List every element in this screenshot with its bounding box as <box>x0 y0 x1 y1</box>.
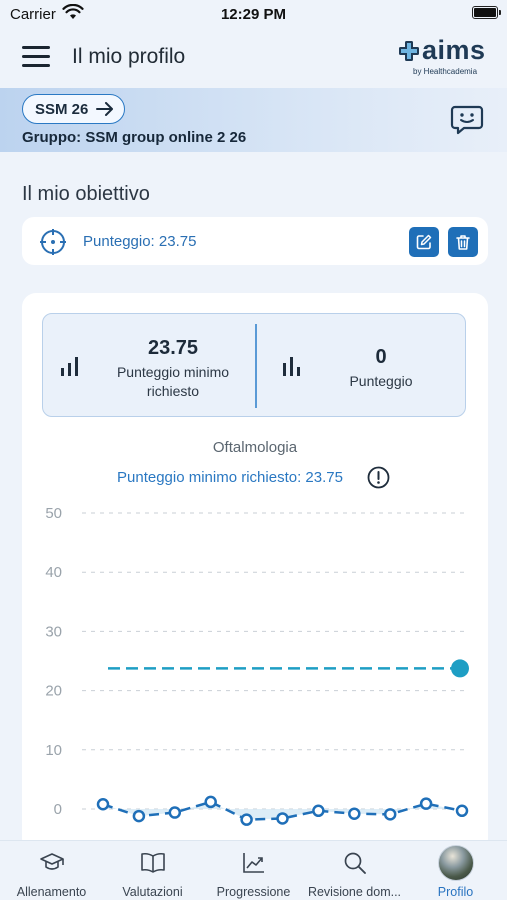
edit-goal-button[interactable] <box>409 227 439 257</box>
line-chart: 50 40 30 20 10 0 <box>45 505 469 826</box>
data-point <box>455 804 469 818</box>
y-tick-label: 0 <box>54 801 62 818</box>
logo-cross-icon <box>399 41 419 61</box>
data-point <box>348 807 361 820</box>
app-header: Il mio profilo aims by Healthcademia <box>0 30 507 88</box>
group-banner: SSM 26 Gruppo: SSM group online 2 26 <box>0 88 507 152</box>
goal-section-title: Il mio obiettivo <box>22 183 150 205</box>
chat-feedback-icon[interactable] <box>450 103 484 137</box>
book-icon <box>140 852 165 873</box>
threshold-marker <box>451 659 469 678</box>
ssm-chip-button[interactable]: SSM 26 <box>22 94 126 124</box>
y-tick-label: 10 <box>45 742 62 759</box>
score-value: 0 <box>375 346 387 368</box>
bottom-tab-bar: Allenamento Valutazioni Progressione Rev… <box>0 840 507 900</box>
data-point <box>168 806 182 819</box>
tab-allenamento[interactable]: Allenamento <box>1 841 102 900</box>
aims-logo: aims by Healthcademia <box>398 35 488 78</box>
score-label: Punteggio <box>349 373 413 389</box>
stats-summary: 23.75 Punteggio minimo richiesto 0 Punte… <box>42 313 466 417</box>
y-tick-label: 30 <box>45 623 62 640</box>
data-point <box>204 795 217 809</box>
delete-goal-button[interactable] <box>448 227 478 257</box>
score-chart-card: 23.75 Punteggio minimo richiesto 0 Punte… <box>22 293 488 853</box>
bar-chart-icon <box>61 357 78 376</box>
arrow-right-icon <box>96 102 114 116</box>
tab-label: Valutazioni <box>122 885 183 899</box>
min-required-label: Punteggio minimo richiesto <box>116 364 230 399</box>
goal-card: Punteggio: 23.75 <box>22 217 488 265</box>
data-point <box>419 797 433 810</box>
battery-icon <box>472 6 501 19</box>
goal-score-label: Punteggio: 23.75 <box>83 233 197 250</box>
y-tick-label: 20 <box>45 683 62 700</box>
tab-label: Progressione <box>216 885 291 899</box>
stats-divider <box>255 324 257 408</box>
tab-revisione-domande[interactable]: Revisione dom... <box>304 841 405 900</box>
group-name: Gruppo: SSM group online 2 26 <box>22 129 247 146</box>
bar-chart-alt-icon <box>283 357 300 376</box>
hamburger-menu-button[interactable] <box>22 46 50 70</box>
trash-icon <box>456 234 470 250</box>
tab-label: Allenamento <box>16 885 87 899</box>
y-tick-label: 40 <box>45 564 62 581</box>
data-point <box>132 809 146 823</box>
tab-label: Profilo <box>437 885 474 899</box>
logo-byline: by Healthcademia <box>413 67 478 76</box>
edit-icon <box>416 234 432 250</box>
trend-chart-icon <box>242 853 264 873</box>
data-point <box>312 804 325 818</box>
tab-profilo[interactable]: Profilo <box>405 841 506 900</box>
logo-wordmark: aims <box>422 35 486 65</box>
data-point <box>96 798 110 811</box>
search-icon <box>344 852 366 874</box>
info-icon[interactable] <box>367 466 390 489</box>
page-title: Il mio profilo <box>72 45 186 68</box>
data-point <box>383 808 397 821</box>
tab-label: Revisione dom... <box>307 885 402 899</box>
chart-subtitle: Punteggio minimo richiesto: 23.75 <box>117 469 343 486</box>
tab-valutazioni[interactable]: Valutazioni <box>102 841 203 900</box>
data-point <box>276 812 289 825</box>
chart-title: Oftalmologia <box>212 439 298 456</box>
graduation-cap-icon <box>39 853 64 870</box>
clock-time: 12:29 PM <box>220 6 287 23</box>
avatar <box>437 845 474 881</box>
data-point <box>240 813 253 826</box>
min-required-value: 23.75 <box>147 337 199 359</box>
ssm-chip-label: SSM 26 <box>35 100 89 118</box>
status-bar: Carrier 12:29 PM <box>0 0 507 30</box>
tab-progressione[interactable]: Progressione <box>203 841 304 900</box>
target-icon <box>40 229 66 255</box>
y-tick-label: 50 <box>45 505 62 522</box>
